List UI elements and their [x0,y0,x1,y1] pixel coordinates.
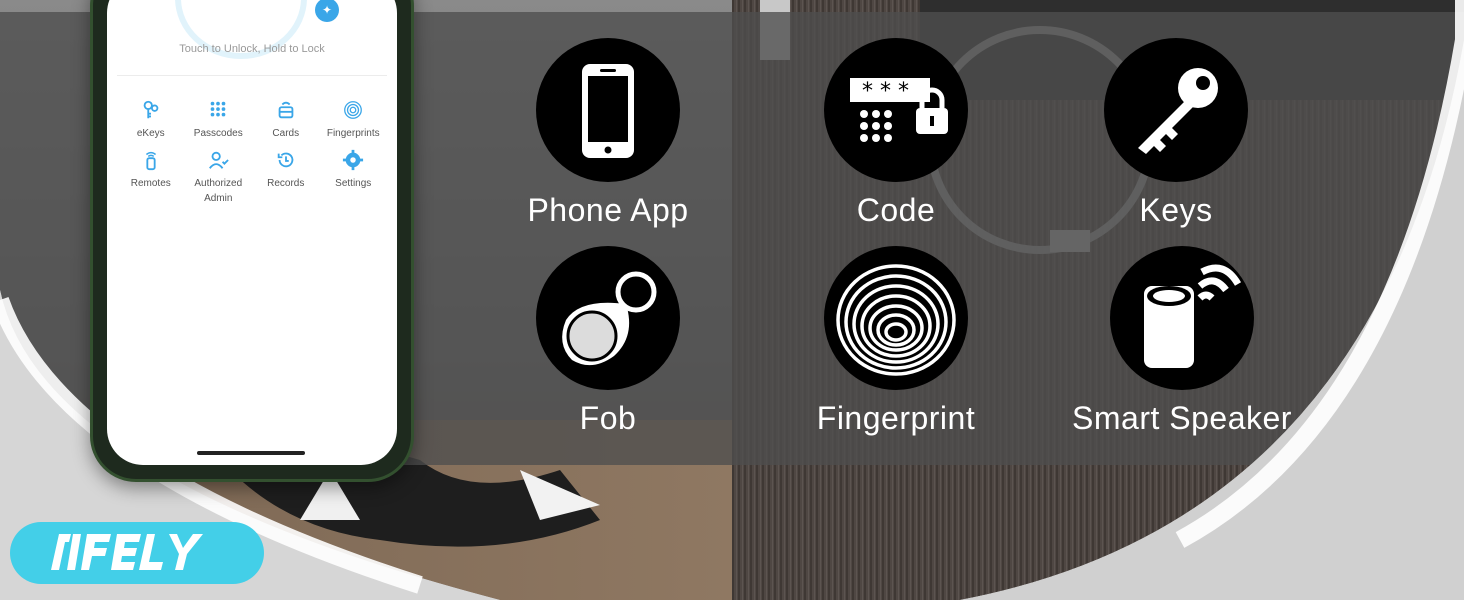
feature-phone-app: Phone App [478,38,738,229]
feature-label: Keys [1139,192,1213,228]
feature-label: Fob [579,400,637,436]
feature-smart-speaker: Smart Speaker [1052,246,1312,437]
sifely-logo-icon [51,534,203,570]
feature-fingerprint: Fingerprint [766,246,1026,437]
features-panel: Phone App * * * Code Keys Fob Fingerprin… [0,0,1464,600]
feature-label: Code [856,192,936,228]
key-fob-icon [562,271,657,366]
smartphone-icon [582,64,634,158]
key-icon [1138,68,1218,154]
feature-code: * * * Code [766,38,1026,229]
keypad-lock-icon: * * * [850,78,948,142]
feature-fob: Fob [478,246,738,437]
brand-logo [10,522,264,584]
fingerprint-icon [836,264,956,376]
feature-label: Phone App [527,192,689,228]
feature-keys: Keys [1046,38,1306,229]
svg-text:* * *: * * * [862,79,909,104]
smart-speaker-icon [1144,264,1242,368]
feature-label: Smart Speaker [1072,400,1292,436]
feature-label: Fingerprint [816,400,976,436]
